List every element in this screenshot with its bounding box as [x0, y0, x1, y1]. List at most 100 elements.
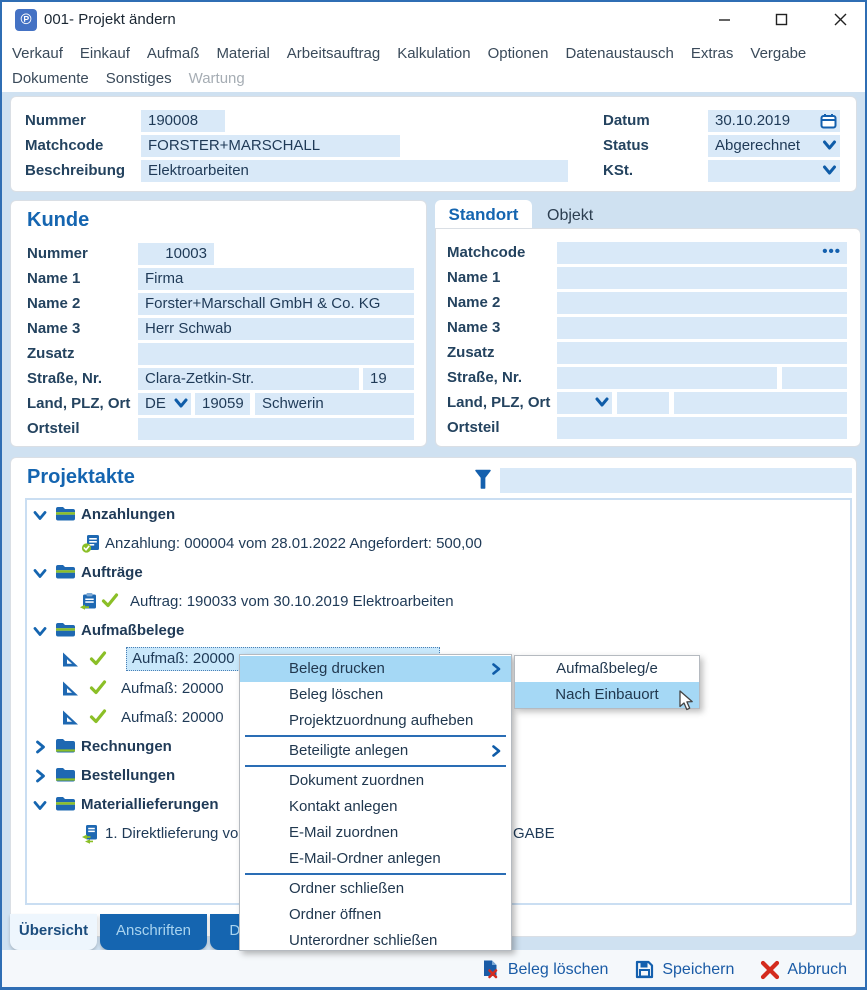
chevron-down-icon[interactable] [822, 138, 837, 152]
tree-item-anzahlung[interactable]: Anzahlung: 000004 vom 28.01.2022 Angefor… [11, 532, 851, 556]
kunde-name3-field[interactable]: Herr Schwab [138, 318, 414, 340]
datum-field[interactable]: 30.10.2019 [708, 110, 840, 132]
menu-kalkulation[interactable]: Kalkulation [397, 43, 470, 65]
beschreibung-label: Beschreibung [25, 160, 125, 182]
menu-item-ordner-oeffnen[interactable]: Ordner öffnen [240, 902, 511, 928]
nummer-field[interactable]: 190008 [141, 110, 225, 132]
projektakte-heading: Projektakte [27, 466, 135, 489]
tree-item-auftrag[interactable]: Auftrag: 190033 vom 30.10.2019 Elektroar… [11, 590, 851, 614]
tree-item-label[interactable]: Auftrag: 190033 vom 30.10.2019 Elektroar… [130, 590, 454, 614]
standort-strasse-field[interactable] [557, 367, 777, 389]
beschreibung-field[interactable]: Elektroarbeiten [141, 160, 568, 182]
menu-dokumente[interactable]: Dokumente [12, 68, 89, 90]
menu-item-kontakt-anlegen[interactable]: Kontakt anlegen [240, 794, 511, 820]
maximize-button[interactable] [758, 2, 804, 36]
minimize-button[interactable] [701, 2, 747, 36]
tree-folder-label[interactable]: Rechnungen [81, 735, 172, 759]
standort-name1-field[interactable] [557, 267, 847, 289]
menu-verkauf[interactable]: Verkauf [12, 43, 63, 65]
standort-hausnr-field[interactable] [782, 367, 847, 389]
chevron-down-icon[interactable] [822, 163, 837, 177]
tree-folder-label[interactable]: Materiallieferungen [81, 793, 219, 817]
menu-arbeitsauftrag[interactable]: Arbeitsauftrag [287, 43, 380, 65]
tree-item-label[interactable]: 1. Direktlieferung vo [105, 822, 238, 846]
tree-filter-input[interactable] [500, 468, 852, 493]
tree-folder-aufmassbelege[interactable]: Aufmaßbelege [11, 619, 851, 643]
tree-folder-label[interactable]: Aufmaßbelege [81, 619, 184, 643]
chevron-down-icon[interactable] [33, 567, 47, 580]
kunde-ort-field[interactable]: Schwerin [255, 393, 414, 415]
menu-item-dokument-zuordnen[interactable]: Dokument zuordnen [240, 768, 511, 794]
app-window: ℗ 001- Projekt ändern Verkauf Einkauf Au… [0, 0, 867, 990]
menu-item-unterordner-schliessen[interactable]: Unterordner schließen [240, 928, 511, 954]
kunde-hausnr-field[interactable]: 19 [363, 368, 414, 390]
abbruch-button[interactable]: Abbruch [760, 960, 847, 980]
menu-optionen[interactable]: Optionen [488, 43, 549, 65]
chevron-down-icon[interactable] [33, 509, 47, 522]
menu-item-email-zuordnen[interactable]: E-Mail zuordnen [240, 820, 511, 846]
standort-ortsteil-label: Ortsteil [447, 417, 500, 439]
tree-folder-auftraege[interactable]: Aufträge [11, 561, 851, 585]
standort-matchcode-field[interactable]: ••• [557, 242, 847, 264]
menu-einkauf[interactable]: Einkauf [80, 43, 130, 65]
menu-item-beteiligte-anlegen[interactable]: Beteiligte anlegen [240, 738, 511, 764]
kunde-name1-field[interactable]: Firma [138, 268, 414, 290]
tree-item-label[interactable]: Aufmaß: 20000 [121, 706, 224, 730]
kunde-ortsteil-field[interactable] [138, 418, 414, 440]
menu-sonstiges[interactable]: Sonstiges [106, 68, 172, 90]
submenu-item-nach-einbauort[interactable]: Nach Einbauort [515, 682, 699, 708]
menu-bar: Verkauf Einkauf Aufmaß Material Arbeitsa… [2, 38, 865, 92]
menu-extras[interactable]: Extras [691, 43, 734, 65]
tree-folder-label[interactable]: Aufträge [81, 561, 143, 585]
chevron-down-icon[interactable] [33, 625, 47, 638]
folder-icon [55, 737, 76, 754]
standort-zusatz-field[interactable] [557, 342, 847, 364]
chevron-down-icon[interactable] [595, 395, 609, 409]
tree-item-label[interactable]: Anzahlung: 000004 vom 28.01.2022 Angefor… [105, 532, 482, 556]
standort-ort-field[interactable] [674, 392, 847, 414]
calendar-icon[interactable] [820, 113, 837, 129]
standort-ortsteil-field[interactable] [557, 417, 847, 439]
check-icon [89, 708, 107, 725]
speichern-button[interactable]: Speichern [634, 959, 734, 980]
close-button[interactable] [817, 2, 863, 36]
tab-standort[interactable]: Standort [435, 200, 532, 228]
tree-folder-anzahlungen[interactable]: Anzahlungen [11, 503, 851, 527]
chevron-down-icon[interactable] [174, 396, 188, 410]
menu-item-email-ordner-anlegen[interactable]: E-Mail-Ordner anlegen [240, 846, 511, 872]
chevron-down-icon[interactable] [33, 799, 47, 812]
kunde-name2-field[interactable]: Forster+Marschall GmbH & Co. KG [138, 293, 414, 315]
matchcode-field[interactable]: FORSTER+MARSCHALL [141, 135, 400, 157]
kunde-zusatz-field[interactable] [138, 343, 414, 365]
menu-vergabe[interactable]: Vergabe [750, 43, 806, 65]
tree-folder-label[interactable]: Anzahlungen [81, 503, 175, 527]
kunde-plz-field[interactable]: 19059 [195, 393, 250, 415]
status-select[interactable]: Abgerechnet [708, 135, 840, 157]
menu-item-projektzuordnung-aufheben[interactable]: Projektzuordnung aufheben [240, 708, 511, 734]
beleg-loeschen-button[interactable]: Beleg löschen [480, 959, 609, 980]
standort-land-select[interactable] [557, 392, 612, 414]
standort-name3-field[interactable] [557, 317, 847, 339]
tab-objekt[interactable]: Objekt [547, 203, 593, 229]
chevron-right-icon[interactable] [34, 769, 47, 783]
menu-aufmass[interactable]: Aufmaß [147, 43, 200, 65]
chevron-right-icon[interactable] [34, 740, 47, 754]
menu-datenaustausch[interactable]: Datenaustausch [565, 43, 673, 65]
tree-item-label[interactable]: Aufmaß: 20000 [121, 677, 224, 701]
standort-name2-field[interactable] [557, 292, 847, 314]
tab-uebersicht[interactable]: Übersicht [10, 914, 97, 950]
kunde-strasse-field[interactable]: Clara-Zetkin-Str. [138, 368, 359, 390]
submenu-item-aufmassbeleg[interactable]: Aufmaßbeleg/e [515, 656, 699, 682]
standort-plz-field[interactable] [617, 392, 669, 414]
menu-material[interactable]: Material [216, 43, 269, 65]
kst-select[interactable] [708, 160, 840, 182]
tab-anschriften[interactable]: Anschriften [100, 914, 207, 950]
tree-folder-label[interactable]: Bestellungen [81, 764, 175, 788]
filter-icon[interactable] [473, 468, 493, 491]
browse-ellipsis-button[interactable]: ••• [822, 242, 841, 262]
menu-item-beleg-drucken[interactable]: Beleg drucken [240, 656, 511, 682]
kunde-nummer-field[interactable]: 10003 [138, 243, 214, 265]
menu-item-ordner-schliessen[interactable]: Ordner schließen [240, 876, 511, 902]
kunde-land-select[interactable]: DE [138, 393, 191, 415]
menu-item-beleg-loeschen[interactable]: Beleg löschen [240, 682, 511, 708]
